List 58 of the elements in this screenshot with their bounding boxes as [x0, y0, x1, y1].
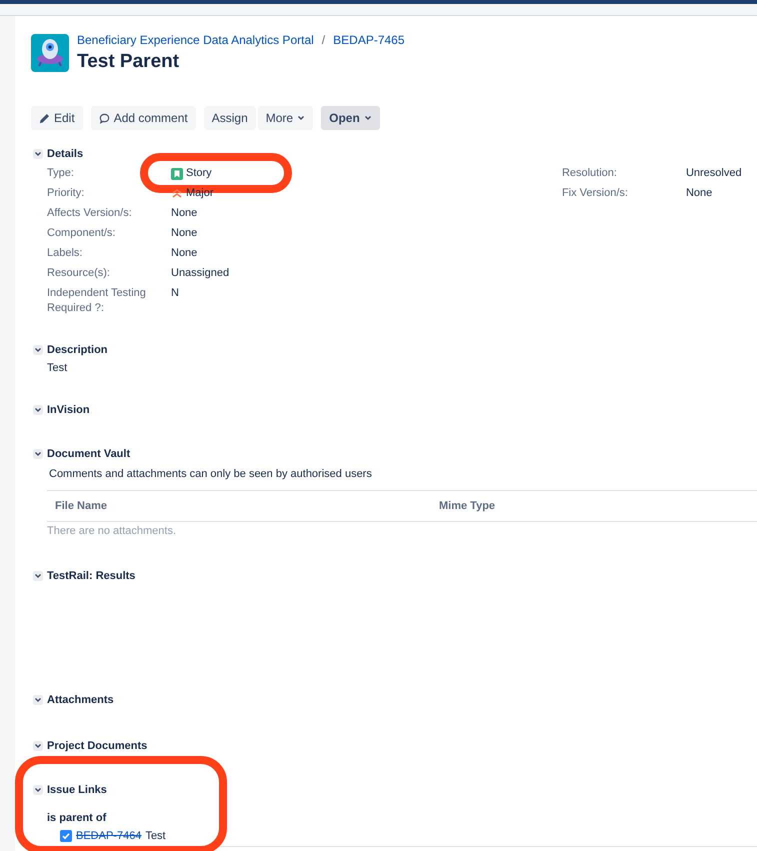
field-value: None — [171, 206, 198, 221]
collapse-toggle[interactable] — [33, 785, 43, 795]
column-header: File Name — [54, 500, 108, 512]
field-value: None — [171, 226, 198, 241]
collapse-toggle[interactable] — [33, 571, 43, 581]
section-title: Issue Links — [47, 784, 107, 796]
collapse-toggle[interactable] — [33, 149, 43, 159]
field-value: Story — [171, 166, 212, 181]
issue-summary: Test — [145, 830, 166, 842]
section-title: Attachments — [47, 694, 114, 706]
toolbar-button[interactable]: Assign — [204, 106, 256, 130]
project-avatar-icon — [31, 34, 69, 72]
description-text: Test — [47, 362, 68, 374]
field-label: Priority: — [47, 186, 86, 201]
issue-link[interactable]: BEDAP-7464 — [76, 830, 142, 842]
collapse-toggle[interactable] — [33, 405, 43, 415]
link-relation: is parent of — [47, 812, 108, 824]
field-value: None — [686, 186, 712, 201]
section-title: Details — [47, 148, 84, 160]
issue-title: Test Parent — [77, 51, 180, 73]
caret-icon — [297, 114, 306, 122]
status-button[interactable]: Open — [321, 106, 380, 130]
breadcrumb-separator: / — [322, 33, 326, 47]
collapse-toggle[interactable] — [33, 695, 43, 705]
priority-icon — [171, 188, 183, 200]
section-title: Description — [47, 344, 108, 356]
field-label: Labels: — [47, 246, 84, 261]
field-label: Resolution: — [562, 166, 618, 181]
vault-note: Comments and attachments can only be seen by authorised users — [49, 468, 373, 480]
section-title: TestRail: Results — [47, 570, 136, 582]
comment-icon — [98, 112, 110, 124]
field-label: Type: — [47, 166, 75, 181]
collapse-toggle[interactable] — [33, 449, 43, 459]
column-header: Mime Type — [438, 500, 496, 512]
field-value: Unresolved — [686, 166, 742, 181]
section-title: Document Vault — [47, 448, 130, 460]
caret-icon — [364, 114, 372, 122]
bookmark-icon — [171, 168, 183, 180]
field-value: None — [171, 246, 198, 261]
toolbar-button[interactable]: Add comment — [90, 106, 196, 130]
field-value: N — [171, 286, 179, 301]
field-label: Resource(s): — [47, 266, 111, 281]
checkbox-icon — [60, 830, 72, 842]
issue-key-link[interactable]: BEDAP-7465 — [333, 33, 405, 47]
more-button[interactable]: More — [258, 106, 314, 130]
collapse-toggle[interactable] — [33, 741, 43, 751]
collapse-toggle[interactable] — [33, 345, 43, 355]
field-label: Component/s: — [47, 226, 116, 241]
pencil-icon — [39, 112, 50, 124]
field-label: Fix Version/s: — [562, 186, 629, 201]
field-label: Affects Version/s: — [47, 206, 133, 221]
empty-message: There are no attachments. — [47, 525, 178, 537]
section-title: Project Documents — [47, 740, 148, 752]
field-value: Unassigned — [171, 266, 230, 281]
toolbar-button[interactable]: Edit — [31, 106, 83, 130]
project-link[interactable]: Beneficiary Experience Data Analytics Portal — [77, 33, 314, 47]
field-label: Independent Testing Required ?: — [47, 286, 147, 316]
section-title: InVision — [47, 404, 90, 416]
